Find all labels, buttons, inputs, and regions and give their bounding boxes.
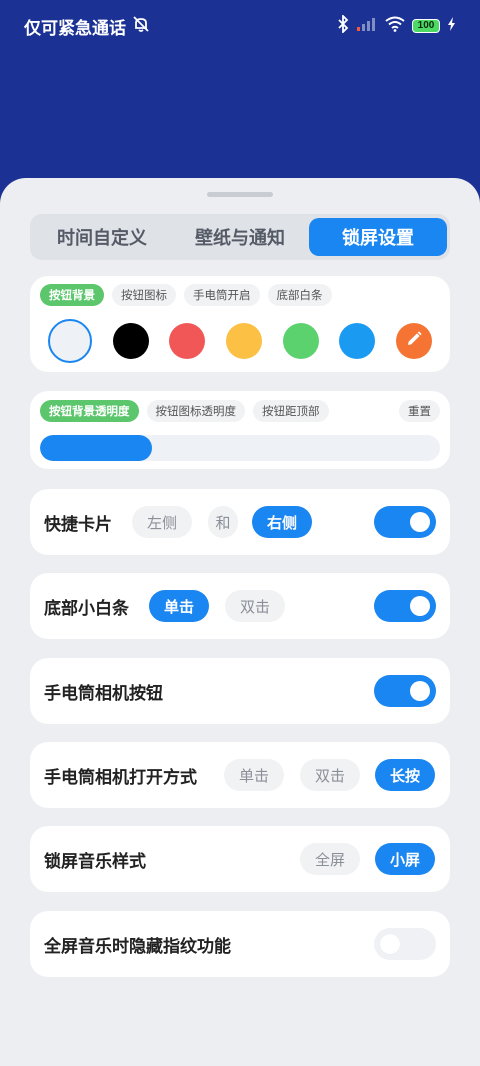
reset-button[interactable]: 重置 (399, 400, 440, 422)
style-chip-row: 按钮背景 按钮图标 手电筒开启 底部白条 (30, 284, 342, 306)
wifi-icon (385, 16, 405, 37)
flashlight-open-single-button[interactable]: 单击 (224, 759, 285, 791)
flashlight-button-label: 手电筒相机按钮 (44, 683, 163, 703)
toggle-knob (380, 934, 400, 954)
chip-icon-opacity[interactable]: 按钮图标透明度 (146, 400, 245, 422)
flashlight-open-label: 手电筒相机打开方式 (44, 767, 197, 787)
custom-color-button[interactable] (395, 323, 432, 359)
quick-card-left-button[interactable]: 左侧 (132, 506, 193, 538)
opacity-chip-row: 按钮背景透明度 按钮图标透明度 按钮距顶部 重置 (30, 400, 450, 422)
chip-button-icon[interactable]: 按钮图标 (112, 284, 176, 306)
hide-fingerprint-label: 全屏音乐时隐藏指纹功能 (44, 936, 231, 956)
swatch-color-2[interactable] (112, 323, 149, 359)
toggle-knob (410, 681, 430, 701)
flashlight-open-row: 手电筒相机打开方式 单击 双击 长按 (30, 742, 450, 808)
hide-fingerprint-toggle[interactable] (374, 928, 436, 960)
swatch-color-3[interactable] (169, 323, 206, 359)
music-style-small-button[interactable]: 小屏 (375, 843, 436, 875)
music-style-row: 锁屏音乐样式 全屏 小屏 (30, 826, 450, 892)
tab-lockscreen-settings[interactable]: 锁屏设置 (309, 218, 447, 256)
bottom-bar-double-button[interactable]: 双击 (225, 590, 286, 622)
swatch-color-6[interactable] (339, 323, 376, 359)
swatch-color-1[interactable] (48, 319, 92, 363)
quick-card-toggle[interactable] (374, 506, 436, 538)
toggle-knob (410, 512, 430, 532)
quick-card-label: 快捷卡片 (44, 514, 112, 534)
charging-icon (447, 16, 456, 36)
chip-bottom-bar[interactable]: 底部白条 (267, 284, 332, 306)
button-style-card: 按钮背景 按钮图标 手电筒开启 底部白条 (30, 276, 450, 372)
settings-sheet: 时间自定义 壁纸与通知 锁屏设置 按钮背景 按钮图标 手电筒开启 底部白条 按钮… (0, 178, 480, 1066)
opacity-card: 按钮背景透明度 按钮图标透明度 按钮距顶部 重置 (30, 391, 450, 469)
bottom-bar-single-button[interactable]: 单击 (149, 590, 210, 622)
pencil-icon (405, 330, 423, 353)
quick-card-right-button[interactable]: 右侧 (252, 506, 313, 538)
swatch-color-5[interactable] (282, 323, 319, 359)
swatch-color-4[interactable] (225, 323, 262, 359)
bottom-bar-toggle[interactable] (374, 590, 436, 622)
chip-button-bg[interactable]: 按钮背景 (40, 284, 104, 306)
flashlight-open-double-button[interactable]: 双击 (300, 759, 361, 791)
bottom-bar-row: 底部小白条 单击 双击 (30, 573, 450, 639)
status-left: 仅可紧急通话 (24, 14, 150, 39)
mute-icon (132, 15, 150, 38)
opacity-slider[interactable] (40, 435, 440, 461)
bottom-bar-label: 底部小白条 (44, 598, 129, 618)
signal-icon (356, 16, 378, 37)
chip-top-distance[interactable]: 按钮距顶部 (253, 400, 329, 422)
music-style-full-button[interactable]: 全屏 (300, 843, 361, 875)
status-right: 100 (337, 13, 456, 38)
flashlight-button-toggle[interactable] (374, 675, 436, 707)
flashlight-open-long-button[interactable]: 长按 (375, 759, 436, 791)
carrier-text: 仅可紧急通话 (24, 18, 126, 38)
bluetooth-icon (337, 13, 349, 38)
hide-fingerprint-row: 全屏音乐时隐藏指纹功能 (30, 911, 450, 977)
quick-card-and-text: 和 (208, 506, 238, 538)
drag-handle[interactable] (207, 192, 273, 197)
chip-flashlight-on[interactable]: 手电筒开启 (184, 284, 260, 306)
tab-wallpaper-notify[interactable]: 壁纸与通知 (171, 218, 309, 256)
flashlight-button-row: 手电筒相机按钮 (30, 658, 450, 724)
music-style-label: 锁屏音乐样式 (44, 851, 146, 871)
quick-card-row: 快捷卡片 左侧 和 右侧 (30, 489, 450, 555)
color-swatch-row (30, 319, 450, 363)
chip-bg-opacity[interactable]: 按钮背景透明度 (40, 400, 139, 422)
tab-bar: 时间自定义 壁纸与通知 锁屏设置 (30, 214, 450, 260)
toggle-knob (410, 596, 430, 616)
opacity-slider-fill (40, 435, 152, 461)
status-bar: 仅可紧急通话 100 (0, 0, 480, 52)
tab-time-custom[interactable]: 时间自定义 (33, 218, 171, 256)
battery-indicator: 100 (412, 19, 440, 33)
